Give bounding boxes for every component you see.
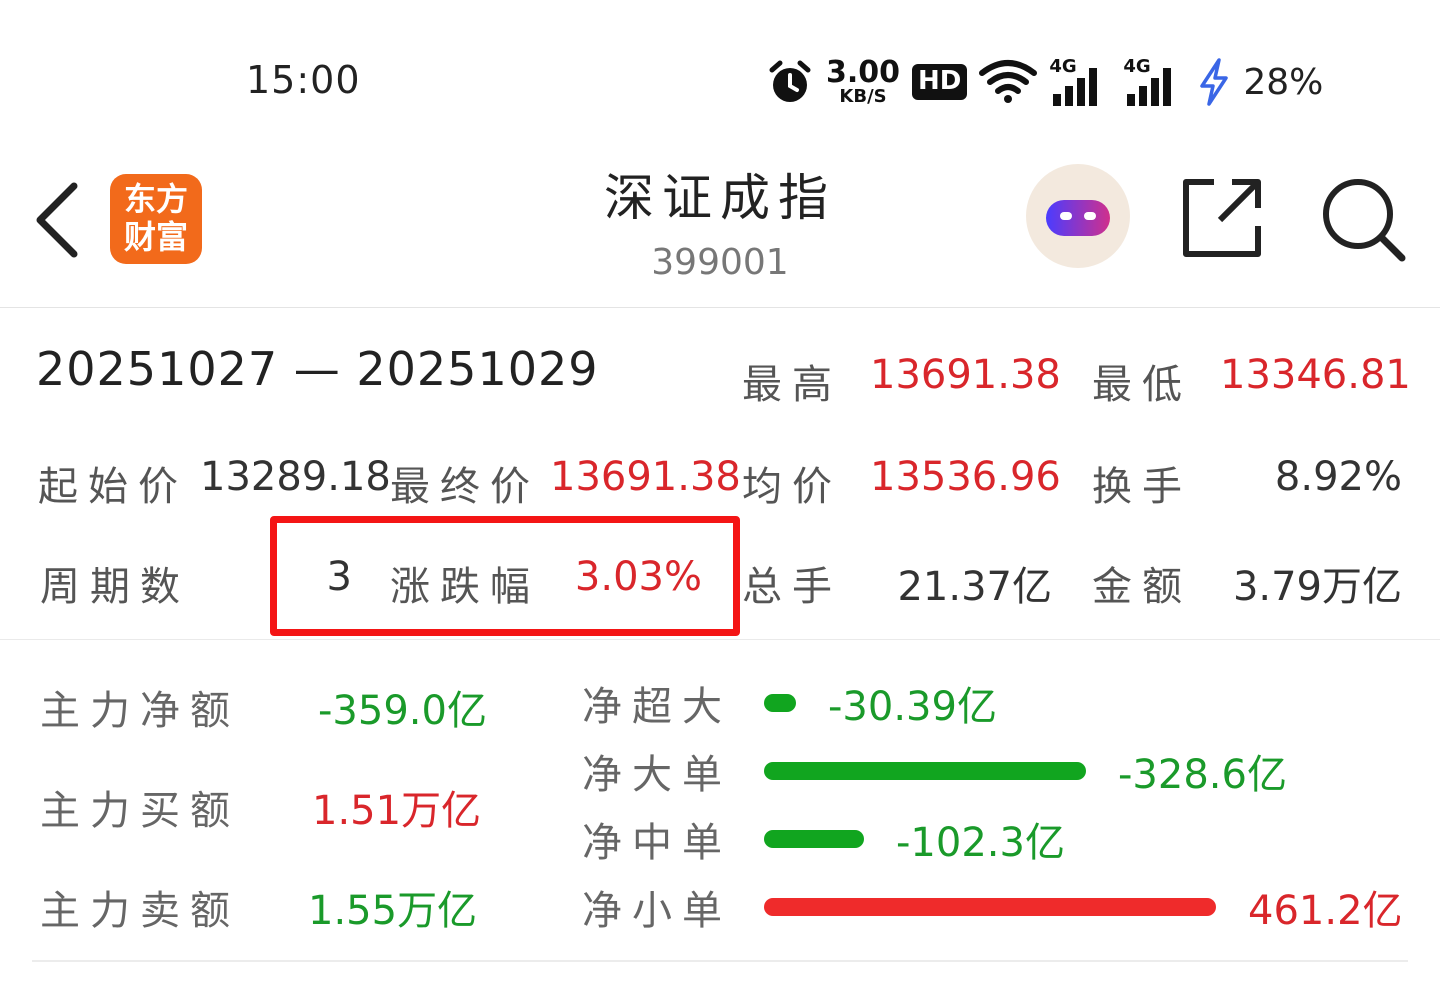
back-arrow-icon[interactable] bbox=[30, 180, 84, 260]
date-range: 20251027 — 20251029 bbox=[36, 342, 599, 396]
main-buy-value: 1.51万亿 bbox=[312, 788, 482, 834]
high-value: 13691.38 bbox=[870, 352, 1061, 398]
close-price-value: 13691.38 bbox=[550, 454, 741, 500]
cellular-signal-2-icon: 4G bbox=[1123, 58, 1185, 106]
wifi-icon bbox=[979, 60, 1038, 103]
main-sell-label: 主力卖额 bbox=[40, 888, 240, 934]
open-price-label: 起始价 bbox=[38, 464, 188, 510]
status-time: 15:00 bbox=[246, 58, 361, 102]
logo-line-1: 东方 bbox=[123, 180, 188, 218]
avg-price-label: 均价 bbox=[742, 464, 842, 510]
eastmoney-logo: 东方 财富 bbox=[110, 174, 202, 264]
net-large-label: 净大单 bbox=[582, 752, 732, 798]
net-super-large-label: 净超大 bbox=[582, 684, 732, 730]
main-buy-label: 主力买额 bbox=[40, 788, 240, 834]
main-net-label: 主力净额 bbox=[40, 688, 240, 734]
stock-code: 399001 bbox=[651, 242, 789, 283]
open-price-value: 13289.18 bbox=[200, 454, 391, 500]
net-super-large-value: -30.39亿 bbox=[828, 684, 997, 730]
amount-value: 3.79万亿 bbox=[1232, 564, 1402, 610]
cellular-signal-1-icon: 4G bbox=[1049, 58, 1111, 106]
capital-flow: 主力净额 -359.0亿 主力买额 1.51万亿 主力卖额 1.55万亿 净超大… bbox=[0, 640, 1440, 962]
periods-label: 周期数 bbox=[40, 564, 190, 610]
alarm-icon bbox=[769, 60, 811, 102]
net-medium-value: -102.3亿 bbox=[896, 820, 1065, 866]
network-speed: 3.00 KB/S bbox=[826, 58, 900, 106]
main-net-value: -359.0亿 bbox=[318, 688, 487, 734]
status-bar: 15:00 3.00 KB/S HD 4G 4G 28% bbox=[0, 0, 1440, 140]
turnover-label: 换手 bbox=[1092, 464, 1192, 510]
main-sell-value: 1.55万亿 bbox=[308, 888, 478, 934]
hd-voice-icon: HD bbox=[912, 64, 968, 100]
bottom-divider bbox=[32, 960, 1408, 962]
network-speed-value: 3.00 bbox=[826, 55, 901, 90]
net-super-large-bar bbox=[764, 694, 796, 712]
net-large-bar bbox=[764, 762, 1086, 780]
net-small-label: 净小单 bbox=[582, 888, 732, 934]
search-icon[interactable] bbox=[1318, 174, 1406, 262]
logo-line-2: 财富 bbox=[123, 218, 188, 256]
app-header: 东方 财富 深证成指 399001 bbox=[0, 140, 1440, 308]
volume-label: 总手 bbox=[742, 564, 842, 610]
turnover-value: 8.92% bbox=[1274, 454, 1402, 500]
net-medium-label: 净中单 bbox=[582, 820, 732, 866]
low-value: 13346.81 bbox=[1220, 352, 1411, 398]
close-price-label: 最终价 bbox=[390, 464, 540, 510]
volume-value: 21.37亿 bbox=[897, 564, 1052, 610]
net-medium-bar bbox=[764, 830, 864, 848]
status-icons: 3.00 KB/S HD 4G 4G 28% bbox=[766, 52, 1323, 112]
avg-price-value: 13536.96 bbox=[870, 454, 1061, 500]
net-small-bar bbox=[764, 898, 1216, 916]
page-title: 深证成指 bbox=[604, 169, 836, 227]
network-speed-unit: KB/S bbox=[839, 86, 887, 107]
highlight-annotation-box bbox=[270, 516, 740, 636]
net-large-value: -328.6亿 bbox=[1118, 752, 1287, 798]
charging-bolt-icon bbox=[1200, 58, 1229, 106]
low-label: 最低 bbox=[1092, 362, 1192, 408]
amount-label: 金额 bbox=[1092, 564, 1192, 610]
ai-assistant-robot-icon[interactable] bbox=[1026, 164, 1130, 268]
share-icon[interactable] bbox=[1180, 176, 1264, 260]
net-small-value: 461.2亿 bbox=[1248, 888, 1403, 934]
interval-stats: 20251027 — 20251029 最高 13691.38 最低 13346… bbox=[0, 308, 1440, 640]
battery-percent: 28% bbox=[1243, 61, 1324, 103]
high-label: 最高 bbox=[742, 362, 842, 408]
